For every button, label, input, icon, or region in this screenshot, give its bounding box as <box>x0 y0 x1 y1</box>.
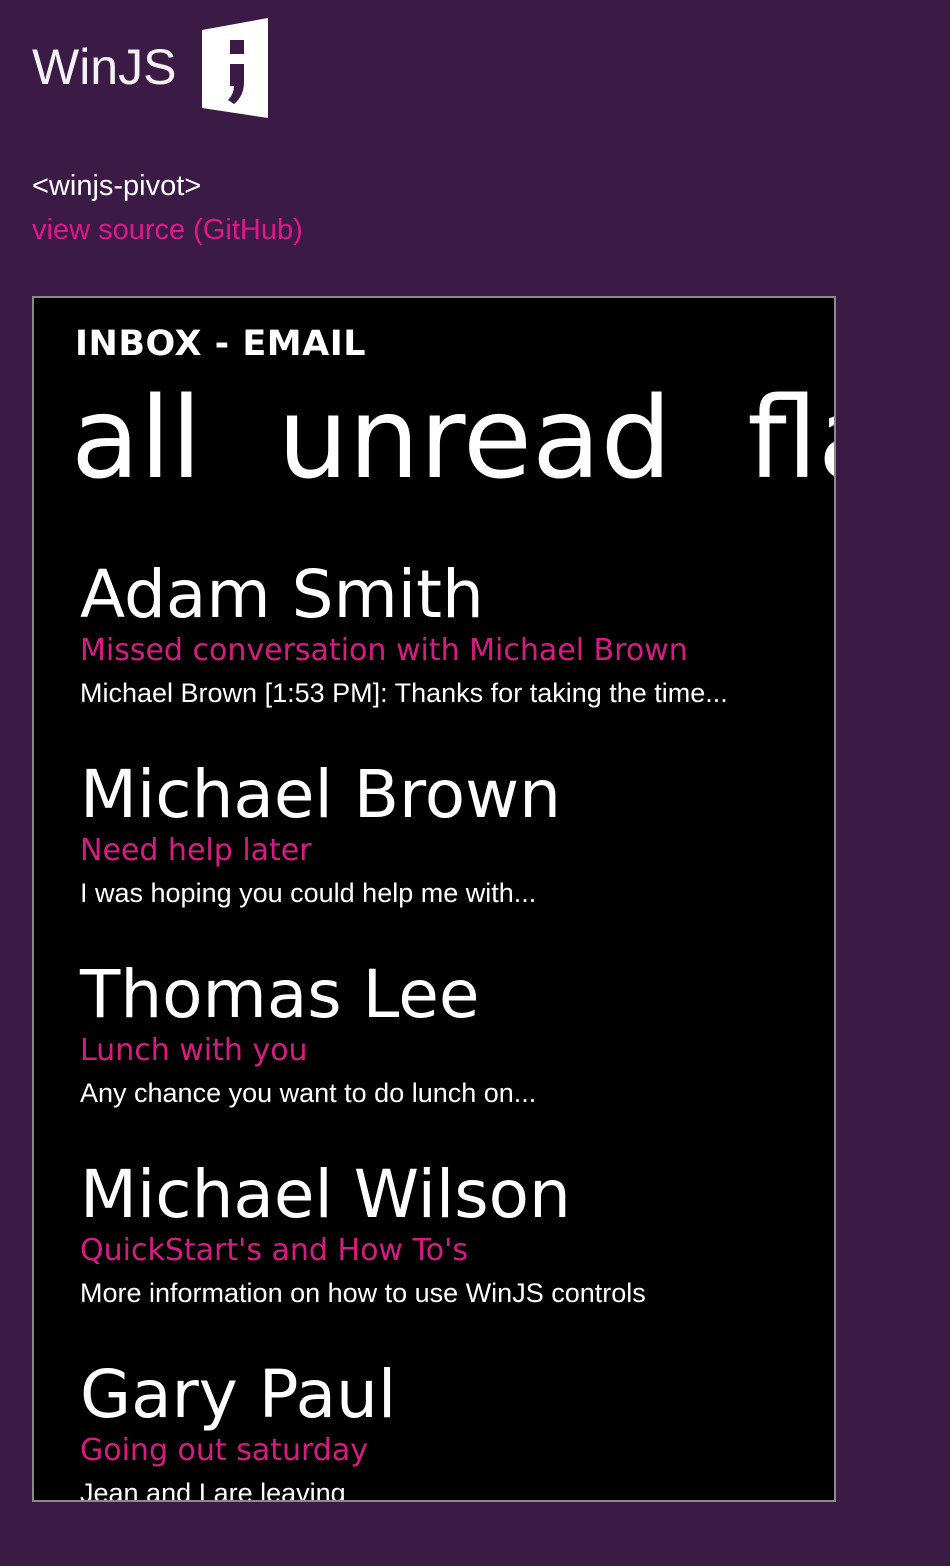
email-subject: Lunch with you <box>80 1033 308 1068</box>
sender-name: Adam Smith <box>80 556 484 633</box>
email-list-item[interactable]: Thomas Lee Lunch with you Any chance you… <box>80 958 820 1158</box>
email-preview: Michael Brown [1:53 PM]: Thanks for taki… <box>80 678 728 708</box>
email-list: Adam Smith Missed conversation with Mich… <box>80 558 820 1502</box>
pivot-control: INBOX - EMAIL all unread flagged Adam Sm… <box>32 296 836 1502</box>
logo-text: WinJS <box>32 39 177 95</box>
winjs-logo-icon <box>202 18 268 118</box>
email-preview: Jean and I are leaving <box>80 1478 346 1502</box>
pivot-header-strip: all unread flagged <box>71 374 834 504</box>
sender-name: Michael Brown <box>80 756 561 833</box>
pivot-title: INBOX - EMAIL <box>75 324 367 364</box>
email-list-item[interactable]: Michael Wilson QuickStart's and How To's… <box>80 1158 820 1358</box>
email-list-item[interactable]: Michael Brown Need help later I was hopi… <box>80 758 820 958</box>
pivot-header-flagged[interactable]: flagged <box>747 374 834 504</box>
sender-name: Thomas Lee <box>80 956 480 1033</box>
email-subject: QuickStart's and How To's <box>80 1233 468 1268</box>
email-subject: Going out saturday <box>80 1433 368 1468</box>
sender-name: Gary Paul <box>80 1356 397 1433</box>
email-preview: I was hoping you could help me with... <box>80 878 537 908</box>
email-subject: Need help later <box>80 833 312 868</box>
email-list-item[interactable]: Adam Smith Missed conversation with Mich… <box>80 558 820 758</box>
email-preview: More information on how to use WinJS con… <box>80 1278 646 1308</box>
view-source-link[interactable]: view source (GitHub) <box>32 214 303 247</box>
sender-name: Michael Wilson <box>80 1156 571 1233</box>
email-subject: Missed conversation with Michael Brown <box>80 633 688 668</box>
pivot-header-all[interactable]: all <box>71 374 202 504</box>
email-list-item[interactable]: Gary Paul Going out saturday Jean and I … <box>80 1356 820 1502</box>
pivot-header-unread[interactable]: unread <box>277 374 671 504</box>
winjs-logo: WinJS <box>32 18 272 118</box>
email-preview: Any chance you want to do lunch on... <box>80 1078 537 1108</box>
control-tag-name: <winjs-pivot> <box>32 170 202 202</box>
